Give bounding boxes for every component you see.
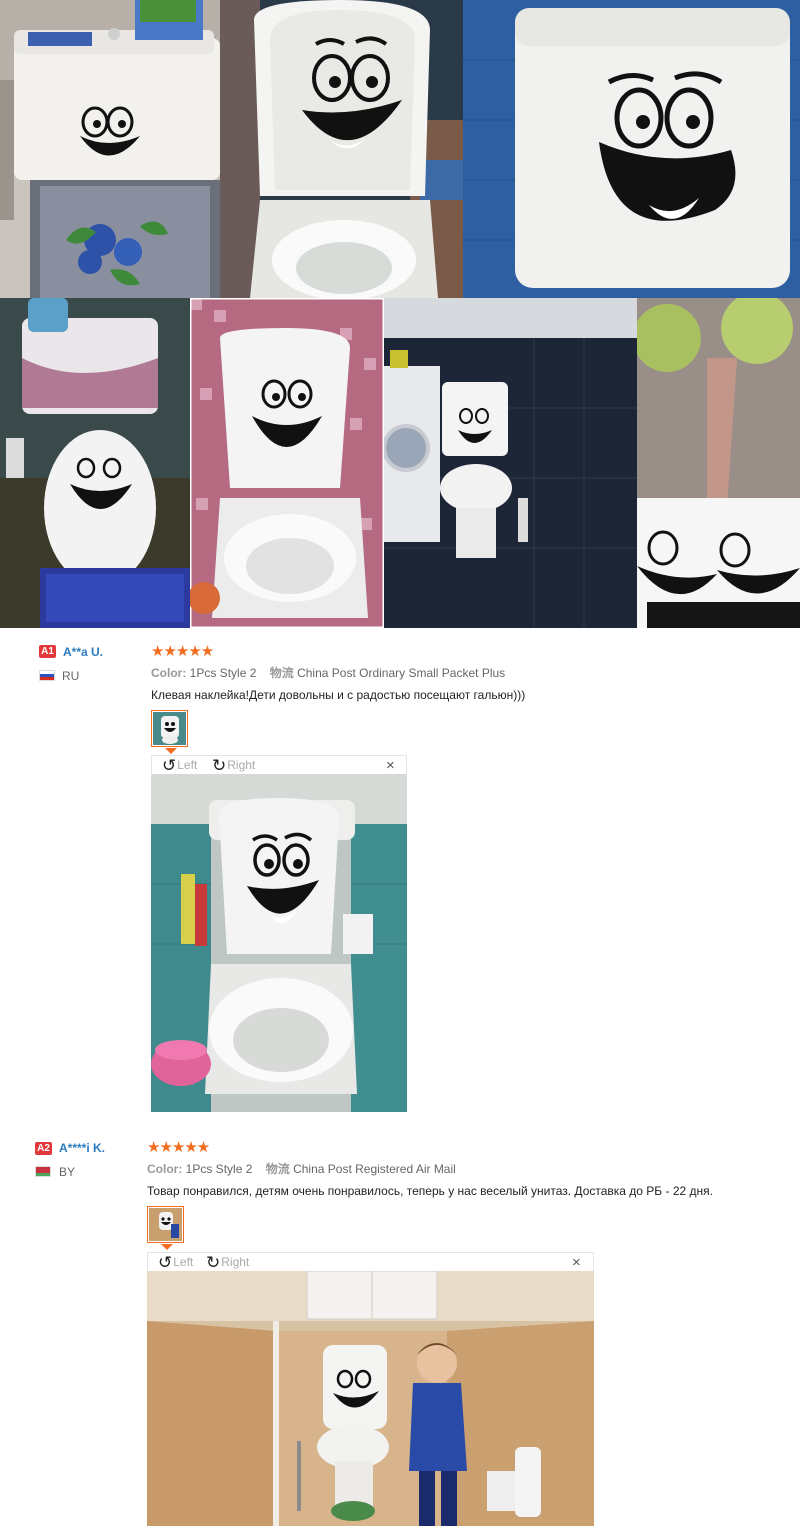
color-label: Color: <box>147 1162 183 1176</box>
review-image-large[interactable] <box>151 774 407 1112</box>
rating-stars: ★★★★★ <box>147 1139 210 1156</box>
gallery-photo-1[interactable] <box>0 0 220 298</box>
review-2: A2 A****i K. BY ★★★★★ Color: 1Pcs Style … <box>0 1118 800 1526</box>
review-photo <box>147 1271 594 1526</box>
reviewer-country: BY <box>59 1165 76 1179</box>
review-text: Клевая наклейка!Дети довольны и с радост… <box>151 688 526 702</box>
thumbnail-image <box>149 1208 182 1241</box>
close-viewer-button[interactable]: × <box>572 1253 581 1272</box>
shipping-value: China Post Ordinary Small Packet Plus <box>297 666 506 680</box>
reviewer-name[interactable]: A****i K. <box>59 1141 105 1155</box>
gallery-photo-5[interactable] <box>190 298 384 628</box>
color-value: 1Pcs Style 2 <box>189 666 257 680</box>
thumbnail-image <box>153 712 186 745</box>
rotate-right-icon: ↻ <box>212 756 227 775</box>
review-image-large[interactable] <box>147 1271 594 1526</box>
toilet-lid-photo <box>220 0 463 298</box>
rotate-left-label: Left <box>177 758 198 772</box>
rotate-right-label: Right <box>227 758 256 772</box>
reviewer-country: RU <box>62 669 80 683</box>
thumbnail-pointer <box>165 748 177 754</box>
review-1: A1 A**a U. RU ★★★★★ Color: 1Pcs Style 2 … <box>0 628 800 1118</box>
mosaic-bathroom-photo <box>190 298 384 628</box>
thumbnail-pointer <box>161 1244 173 1250</box>
color-label: Color: <box>151 666 187 680</box>
review-text: Товар понравился, детям очень понравилос… <box>147 1184 713 1198</box>
packaged-stickers-photo <box>637 298 800 628</box>
shipping-label: 物流 <box>265 1162 290 1176</box>
rotate-left-icon: ↺ <box>162 756 177 775</box>
country-flag-icon <box>39 670 55 681</box>
green-bathroom-photo <box>0 298 190 628</box>
reviewer-badge: A2 <box>35 1142 52 1155</box>
gallery-photo-3[interactable] <box>463 0 800 298</box>
dark-tile-bathroom-photo <box>384 298 637 628</box>
rotate-left-icon: ↺ <box>158 1253 173 1272</box>
shipping-value: China Post Registered Air Mail <box>293 1162 456 1176</box>
color-value: 1Pcs Style 2 <box>185 1162 253 1176</box>
product-photo-gallery <box>0 0 800 628</box>
reviewer-badge: A1 <box>39 645 56 658</box>
rating-stars: ★★★★★ <box>151 643 214 660</box>
rotate-right-button[interactable]: ↻Right <box>206 1253 249 1272</box>
toilet-tank-photo <box>0 0 220 298</box>
gallery-photo-2[interactable] <box>220 0 463 298</box>
rotate-right-label: Right <box>221 1255 250 1269</box>
image-viewer-toolbar: ↺Left ↻Right × <box>147 1252 594 1272</box>
close-viewer-button[interactable]: × <box>386 756 395 775</box>
rotate-right-icon: ↻ <box>206 1253 221 1272</box>
order-info: Color: 1Pcs Style 2 物流 China Post Ordina… <box>151 664 505 681</box>
review-photo <box>151 774 407 1112</box>
tank-closeup-photo <box>463 0 800 298</box>
country-flag-icon <box>35 1166 51 1177</box>
rotate-left-button[interactable]: ↺Left <box>158 1253 193 1272</box>
rotate-left-label: Left <box>173 1255 194 1269</box>
gallery-photo-6[interactable] <box>384 298 637 628</box>
rotate-right-button[interactable]: ↻Right <box>212 756 255 775</box>
order-info: Color: 1Pcs Style 2 物流 China Post Regist… <box>147 1160 456 1177</box>
gallery-photo-7[interactable] <box>637 298 800 628</box>
shipping-label: 物流 <box>269 666 294 680</box>
reviewer-name[interactable]: A**a U. <box>63 645 103 659</box>
rotate-left-button[interactable]: ↺Left <box>162 756 197 775</box>
gallery-photo-4[interactable] <box>0 298 190 628</box>
review-image-thumbnail[interactable] <box>151 710 188 747</box>
review-image-thumbnail[interactable] <box>147 1206 184 1243</box>
image-viewer-toolbar: ↺Left ↻Right × <box>151 755 407 775</box>
